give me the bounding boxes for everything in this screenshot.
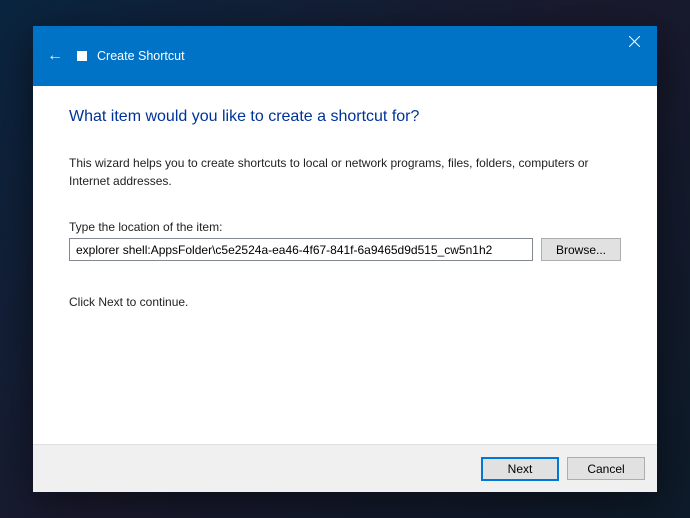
next-button[interactable]: Next	[481, 457, 559, 481]
close-icon	[629, 36, 640, 47]
dialog-content: What item would you like to create a sho…	[33, 86, 657, 444]
input-row: Browse...	[69, 238, 621, 261]
page-heading: What item would you like to create a sho…	[69, 108, 621, 126]
dialog-footer: Next Cancel	[33, 444, 657, 492]
back-arrow-icon[interactable]: ←	[47, 47, 63, 65]
close-button[interactable]	[611, 26, 657, 56]
shortcut-icon	[77, 51, 87, 61]
titlebar: ← Create Shortcut	[33, 26, 657, 86]
dialog-title: Create Shortcut	[97, 49, 185, 63]
cancel-button[interactable]: Cancel	[567, 457, 645, 480]
location-label: Type the location of the item:	[69, 220, 621, 234]
continue-instruction: Click Next to continue.	[69, 295, 621, 309]
browse-button[interactable]: Browse...	[541, 238, 621, 261]
location-input[interactable]	[69, 238, 533, 261]
wizard-description: This wizard helps you to create shortcut…	[69, 154, 621, 190]
create-shortcut-dialog: ← Create Shortcut What item would you li…	[33, 26, 657, 492]
